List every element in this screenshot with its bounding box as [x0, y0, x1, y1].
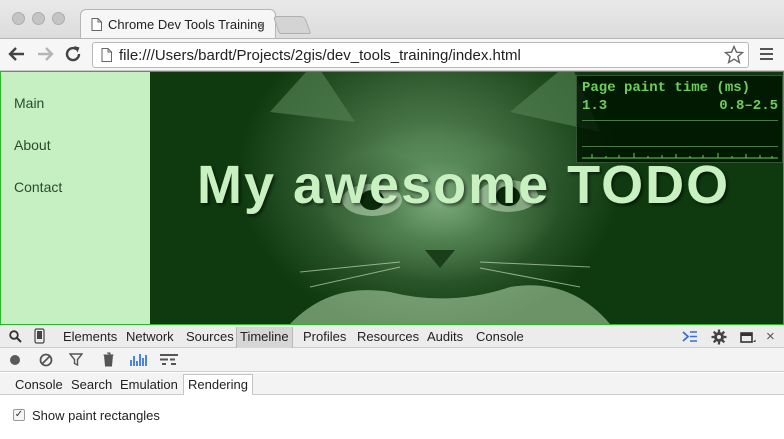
paint-time-hud: Page paint time (ms) 1.3 0.8–2.5 [576, 75, 783, 163]
browser-titlebar: Chrome Dev Tools Training × [0, 0, 784, 39]
new-tab-button[interactable] [272, 16, 312, 34]
hud-paint-graph [582, 153, 778, 159]
reload-icon[interactable] [64, 45, 82, 63]
tab-elements[interactable]: Elements [63, 329, 117, 344]
page-heading: My awesome TODO [197, 155, 731, 215]
page-icon [101, 48, 112, 62]
frames-view-icon[interactable] [130, 352, 148, 366]
tab-timeline[interactable]: Timeline [236, 327, 293, 348]
console-drawer-icon[interactable] [682, 331, 698, 342]
nav-link-contact[interactable]: Contact [14, 179, 62, 195]
tab-title: Chrome Dev Tools Training [108, 17, 265, 32]
rendering-panel: ✓ Show paint rectangles [0, 395, 784, 439]
gear-icon[interactable] [711, 329, 727, 345]
page-icon [91, 18, 102, 31]
browser-toolbar: file:///Users/bardt/Projects/2gis/dev_to… [0, 38, 784, 71]
url-text[interactable]: file:///Users/bardt/Projects/2gis/dev_to… [119, 47, 521, 64]
drawer-tabbar: Console Search Emulation Rendering [0, 373, 784, 395]
hud-current-value: 1.3 [582, 98, 608, 114]
hud-title: Page paint time (ms) [582, 80, 751, 96]
record-icon[interactable] [9, 354, 21, 366]
tab-network[interactable]: Network [126, 329, 174, 344]
show-paint-rectangles-label[interactable]: Show paint rectangles [32, 408, 160, 423]
timeline-toolbar [0, 348, 784, 372]
menu-icon[interactable] [760, 48, 773, 60]
tab-audits[interactable]: Audits [427, 329, 463, 344]
device-mode-icon[interactable] [34, 328, 45, 344]
tab-resources[interactable]: Resources [357, 329, 419, 344]
browser-tab[interactable]: Chrome Dev Tools Training × [80, 9, 276, 39]
hud-graph-mid-line [582, 146, 778, 147]
close-devtools-icon[interactable]: × [766, 328, 775, 345]
nav-link-main[interactable]: Main [14, 95, 44, 111]
close-window-button[interactable] [12, 12, 25, 25]
bookmark-star-icon[interactable] [724, 45, 744, 65]
minimize-window-button[interactable] [32, 12, 45, 25]
filter-icon[interactable] [69, 353, 83, 366]
tab-profiles[interactable]: Profiles [303, 329, 346, 344]
search-icon[interactable] [9, 330, 22, 343]
back-icon[interactable] [8, 46, 26, 62]
nav-link-about[interactable]: About [14, 137, 51, 153]
page-viewport: Main About Contact My awesome TODO Page … [0, 71, 784, 325]
drawer-tab-rendering[interactable]: Rendering [183, 374, 253, 395]
clear-icon[interactable] [39, 353, 53, 367]
drawer-tab-console[interactable]: Console [15, 377, 63, 392]
dock-side-icon[interactable] [740, 330, 756, 344]
drawer-tab-search[interactable]: Search [71, 377, 112, 392]
hud-graph-top-line [582, 120, 778, 121]
trash-icon[interactable] [103, 352, 114, 367]
page-sidebar: Main About Contact [1, 72, 150, 324]
tab-close-icon[interactable]: × [257, 17, 265, 33]
forward-icon[interactable] [36, 46, 54, 62]
tab-sources[interactable]: Sources [186, 329, 234, 344]
hud-range-value: 0.8–2.5 [719, 98, 778, 114]
address-bar[interactable]: file:///Users/bardt/Projects/2gis/dev_to… [92, 42, 749, 68]
tab-console[interactable]: Console [476, 329, 524, 344]
show-paint-rectangles-checkbox[interactable]: ✓ [13, 409, 25, 421]
devtools-tabbar: Elements Network Sources Timeline Profil… [0, 325, 784, 348]
zoom-window-button[interactable] [52, 12, 65, 25]
flame-chart-icon[interactable] [159, 353, 179, 366]
drawer-tab-emulation[interactable]: Emulation [120, 377, 178, 392]
